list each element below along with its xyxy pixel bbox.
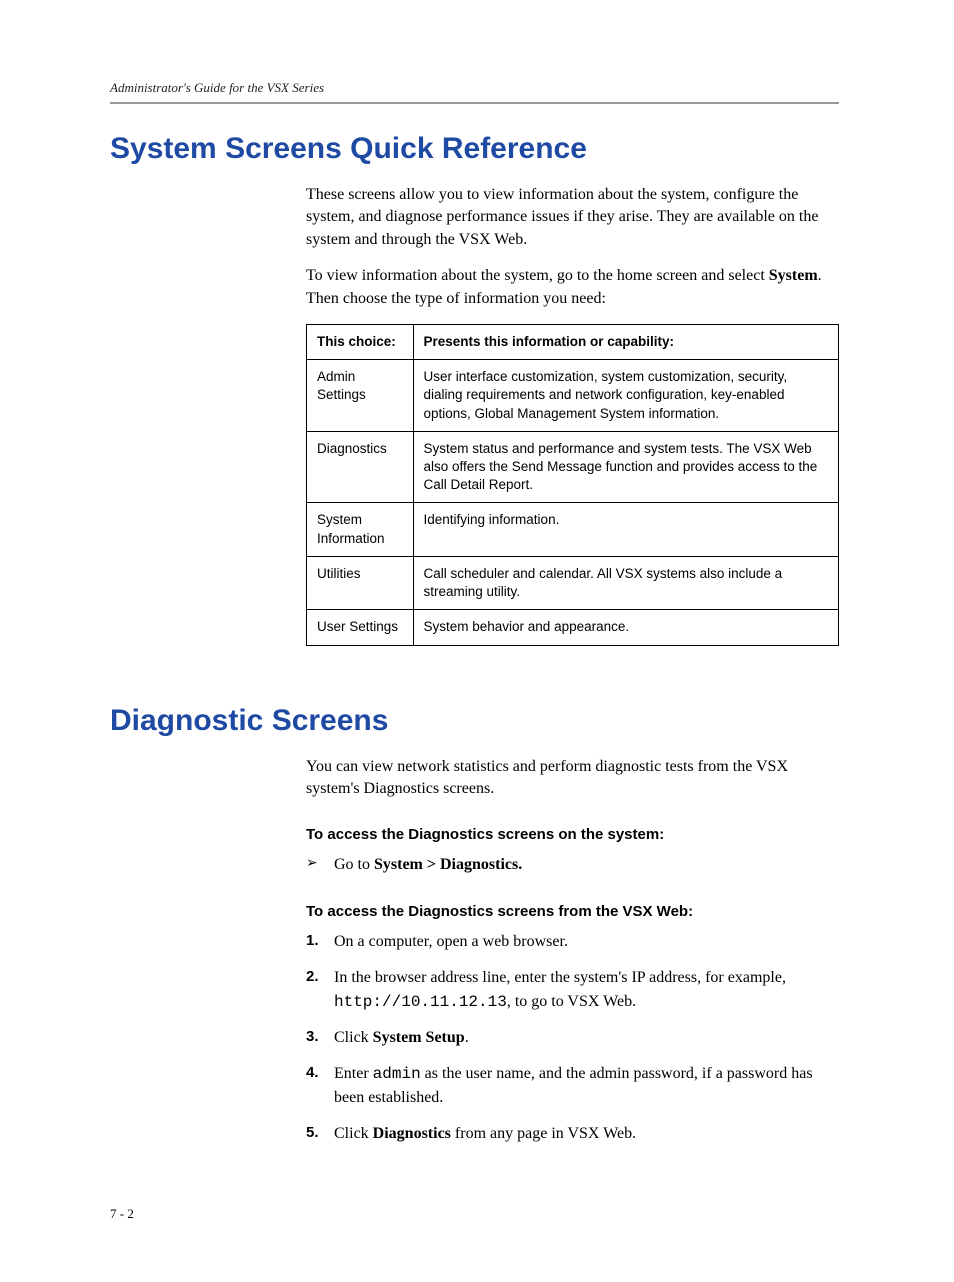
- running-header: Administrator's Guide for the VSX Series: [110, 80, 839, 96]
- reference-table: This choice: Presents this information o…: [306, 324, 839, 646]
- step-heading-on-system: To access the Diagnostics screens on the…: [306, 826, 839, 843]
- arrow-list: ➢ Go to System > Diagnostics.: [306, 853, 839, 877]
- table-cell: Admin Settings: [307, 360, 414, 432]
- page-container: Administrator's Guide for the VSX Series…: [0, 0, 954, 1282]
- text-fragment: Enter: [334, 1065, 373, 1082]
- page-number: 7 - 2: [110, 1206, 839, 1222]
- text-fragment: On a computer, open a web browser.: [334, 933, 568, 950]
- text-fragment: from any page in VSX Web.: [451, 1125, 636, 1142]
- text-bold-system: System: [769, 267, 818, 284]
- table-cell: System behavior and appearance.: [413, 610, 839, 645]
- table-row: Utilities Call scheduler and calendar. A…: [307, 556, 839, 609]
- table-row: Diagnostics System status and performanc…: [307, 431, 839, 503]
- section-title-diagnostic-screens: Diagnostic Screens: [110, 704, 839, 738]
- text-fragment: Go to: [334, 856, 374, 873]
- text-bold: System Setup: [373, 1029, 465, 1046]
- list-item: 1. On a computer, open a web browser.: [306, 930, 839, 954]
- step-number: 5.: [306, 1122, 319, 1145]
- text-bold: Diagnostics: [373, 1125, 451, 1142]
- table-cell: User interface customization, system cus…: [413, 360, 839, 432]
- step-number: 4.: [306, 1062, 319, 1085]
- list-item: ➢ Go to System > Diagnostics.: [306, 853, 839, 877]
- table-cell: Utilities: [307, 556, 414, 609]
- table-header-row: This choice: Presents this information o…: [307, 324, 839, 359]
- step-number: 1.: [306, 930, 319, 953]
- text-fragment: Click: [334, 1125, 373, 1142]
- table-row: System Information Identifying informati…: [307, 503, 839, 556]
- text-bold-path: System > Diagnostics.: [374, 856, 522, 873]
- table-cell: Identifying information.: [413, 503, 839, 556]
- section1-body: These screens allow you to view informat…: [306, 184, 839, 646]
- list-item: 2. In the browser address line, enter th…: [306, 966, 839, 1014]
- numbered-list: 1. On a computer, open a web browser. 2.…: [306, 930, 839, 1146]
- table-cell: Diagnostics: [307, 431, 414, 503]
- step-number: 3.: [306, 1026, 319, 1049]
- header-rule: [110, 102, 839, 104]
- section1-para2: To view information about the system, go…: [306, 265, 839, 310]
- text-fragment: In the browser address line, enter the s…: [334, 969, 786, 986]
- table-header-capability: Presents this information or capability:: [413, 324, 839, 359]
- section-title-system-screens: System Screens Quick Reference: [110, 132, 839, 166]
- text-fragment: , to go to VSX Web.: [507, 993, 636, 1010]
- list-item: 4. Enter admin as the user name, and the…: [306, 1062, 839, 1110]
- arrow-icon: ➢: [306, 853, 318, 874]
- table-row: User Settings System behavior and appear…: [307, 610, 839, 645]
- text-fragment: To view information about the system, go…: [306, 267, 769, 284]
- table-header-choice: This choice:: [307, 324, 414, 359]
- table-cell: System status and performance and system…: [413, 431, 839, 503]
- section2-para1: You can view network statistics and perf…: [306, 756, 839, 801]
- table-cell: User Settings: [307, 610, 414, 645]
- list-item: 5. Click Diagnostics from any page in VS…: [306, 1122, 839, 1146]
- list-item: 3. Click System Setup.: [306, 1026, 839, 1050]
- table-row: Admin Settings User interface customizat…: [307, 360, 839, 432]
- section1-para1: These screens allow you to view informat…: [306, 184, 839, 251]
- section2-body: You can view network statistics and perf…: [306, 756, 839, 1147]
- text-fragment: .: [465, 1029, 469, 1046]
- code-text: http://10.11.12.13: [334, 993, 507, 1011]
- code-text: admin: [373, 1065, 421, 1083]
- step-number: 2.: [306, 966, 319, 989]
- table-cell: System Information: [307, 503, 414, 556]
- text-fragment: Click: [334, 1029, 373, 1046]
- table-cell: Call scheduler and calendar. All VSX sys…: [413, 556, 839, 609]
- step-heading-vsx-web: To access the Diagnostics screens from t…: [306, 903, 839, 920]
